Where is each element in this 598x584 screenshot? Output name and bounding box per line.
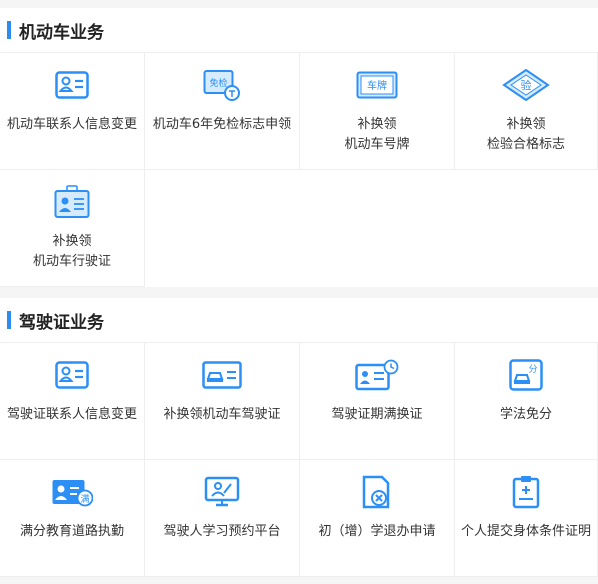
item-label: 机动车联系人信息变更	[6, 117, 137, 132]
section-accent-bar	[7, 21, 11, 39]
license-expiry-renew[interactable]: 驾驶证期满换证	[300, 343, 455, 460]
initial-study-cancel[interactable]: 初（增）学退办申请	[300, 460, 455, 577]
vehicle-contact-change[interactable]: 机动车联系人信息变更	[0, 53, 145, 170]
license-section-title: 驾驶证业务	[19, 312, 104, 333]
svg-text:满: 满	[80, 494, 89, 505]
vehicle-section-header: 机动车业务	[0, 8, 598, 53]
item-label: 个人提交身体条件证明	[460, 524, 591, 539]
replace-inspection-mark[interactable]: 验 补换领 检验合格标志	[455, 53, 598, 170]
item-label: 补换领 检验合格标志	[486, 117, 565, 152]
inspect-diamond-icon: 验	[502, 68, 550, 102]
vehicle-section-title: 机动车业务	[19, 22, 104, 43]
item-label: 机动车6年免检标志申领	[152, 117, 292, 132]
empty-cell	[145, 170, 300, 287]
plate-icon: 车牌	[356, 68, 398, 102]
full-score-road-duty[interactable]: 满 满分教育道路执勤	[0, 460, 145, 577]
item-label: 驾驶证期满换证	[331, 407, 423, 422]
clipboard-health-icon	[512, 475, 540, 509]
contact-card-icon	[55, 358, 89, 392]
empty-cell	[455, 170, 598, 287]
section-gap	[0, 287, 598, 298]
svg-text:分: 分	[528, 364, 537, 375]
driver-study-booking[interactable]: 驾驶人学习预约平台	[145, 460, 300, 577]
item-label: 补换领机动车驾驶证	[163, 407, 281, 422]
health-certificate-submit[interactable]: 个人提交身体条件证明	[455, 460, 598, 577]
license-contact-change[interactable]: 驾驶证联系人信息变更	[0, 343, 145, 460]
contact-card-icon	[55, 68, 89, 102]
replace-plate[interactable]: 车牌 补换领 机动车号牌	[300, 53, 455, 170]
replace-driver-license[interactable]: 补换领机动车驾驶证	[145, 343, 300, 460]
item-label: 满分教育道路执勤	[19, 524, 124, 539]
cancel-doc-icon	[361, 475, 393, 509]
exempt-sticker-icon: 免检	[203, 68, 241, 102]
score-car-icon: 分	[509, 358, 543, 392]
license-section: 驾驶证业务 驾驶证联系人信息变更 补换领机动车驾驶证 驾驶证期满换证 分 学法免…	[0, 298, 598, 577]
item-label: 学法免分	[499, 407, 552, 422]
item-label: 驾驶证联系人信息变更	[6, 407, 137, 422]
item-label: 初（增）学退办申请	[318, 524, 436, 539]
license-section-header: 驾驶证业务	[0, 298, 598, 343]
item-label: 驾驶人学习预约平台	[163, 524, 281, 539]
exempt-sticker-apply[interactable]: 免检 机动车6年免检标志申领	[145, 53, 300, 170]
empty-cell	[300, 170, 455, 287]
svg-text:验: 验	[521, 78, 532, 92]
full-score-icon: 满	[51, 475, 93, 509]
license-renew-icon	[355, 358, 399, 392]
license-badge-icon	[54, 185, 90, 219]
study-reduce-points[interactable]: 分 学法免分	[455, 343, 598, 460]
license-card-icon	[202, 358, 242, 392]
page: 机动车业务 机动车联系人信息变更 免检 机动车6年免检标志申领 车牌 补换领 机动…	[0, 0, 598, 584]
svg-text:车牌: 车牌	[367, 79, 387, 92]
vehicle-section: 机动车业务 机动车联系人信息变更 免检 机动车6年免检标志申领 车牌 补换领 机动…	[0, 8, 598, 287]
top-gap	[0, 0, 598, 8]
monitor-study-icon	[204, 475, 240, 509]
item-label: 补换领 机动车号牌	[344, 117, 410, 152]
replace-driving-license-vehicle[interactable]: 补换领 机动车行驶证	[0, 170, 145, 287]
svg-text:免检: 免检	[209, 77, 227, 89]
section-accent-bar	[7, 311, 11, 329]
item-label: 补换领 机动车行驶证	[32, 234, 111, 269]
